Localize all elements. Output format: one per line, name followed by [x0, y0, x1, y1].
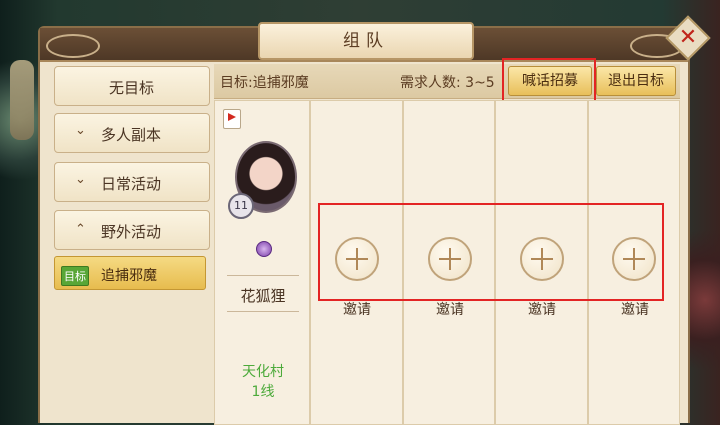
category-field[interactable]: ⌃ 野外活动	[54, 210, 210, 250]
category-daily[interactable]: ⌄ 日常活动	[54, 162, 210, 202]
category-label: 无目标	[109, 79, 155, 97]
invite-label[interactable]: 邀请	[420, 299, 480, 319]
title-bar: 组队	[40, 22, 688, 62]
chevron-down-icon: ⌄	[75, 123, 86, 138]
panel-title: 组队	[258, 22, 474, 60]
category-label: 野外活动	[101, 223, 162, 241]
recruit-highlight	[502, 58, 596, 106]
target-badge: 目标	[61, 266, 89, 286]
target-header: 目标:追捕邪魔 需求人数: 3~5 喊话招募 退出目标	[214, 64, 680, 99]
leader-slot: 11 花狐狸 天化村 1线	[214, 100, 310, 425]
lantern-decoration	[10, 60, 34, 140]
category-label: 日常活动	[101, 175, 162, 193]
player-name: 花狐狸	[240, 287, 286, 305]
divider	[227, 311, 299, 312]
required-count: 需求人数: 3~5	[400, 75, 495, 91]
category-no-target[interactable]: 无目标	[54, 66, 210, 106]
category-dungeon[interactable]: ⌄ 多人副本	[54, 113, 210, 153]
exit-target-button[interactable]: 退出目标	[596, 66, 676, 96]
close-icon: ✕	[678, 25, 698, 50]
chevron-up-icon: ⌃	[75, 222, 86, 237]
flag-icon	[223, 109, 241, 129]
level-badge: 11	[228, 193, 254, 219]
gem-icon	[256, 241, 272, 257]
category-label: 多人副本	[101, 126, 162, 144]
current-target: 目标:追捕邪魔	[220, 75, 309, 91]
subcategory-hunt-demon[interactable]: 目标 追捕邪魔	[54, 256, 206, 290]
chevron-down-icon: ⌄	[75, 172, 86, 187]
team-panel: 组队 无目标 ⌄ 多人副本 ⌄ 日常活动 ⌃ 野外活动 目标 追捕邪魔 目标:追…	[38, 22, 690, 425]
invite-label[interactable]: 邀请	[327, 299, 387, 319]
invite-label[interactable]: 邀请	[512, 299, 572, 319]
corner-ornament-left	[46, 34, 100, 58]
location-line1: 天化村	[242, 364, 284, 380]
location-line2: 1线	[251, 384, 275, 400]
invite-label[interactable]: 邀请	[605, 299, 665, 319]
invite-highlight	[318, 203, 664, 301]
divider	[227, 275, 299, 276]
subcategory-label: 追捕邪魔	[101, 268, 157, 284]
